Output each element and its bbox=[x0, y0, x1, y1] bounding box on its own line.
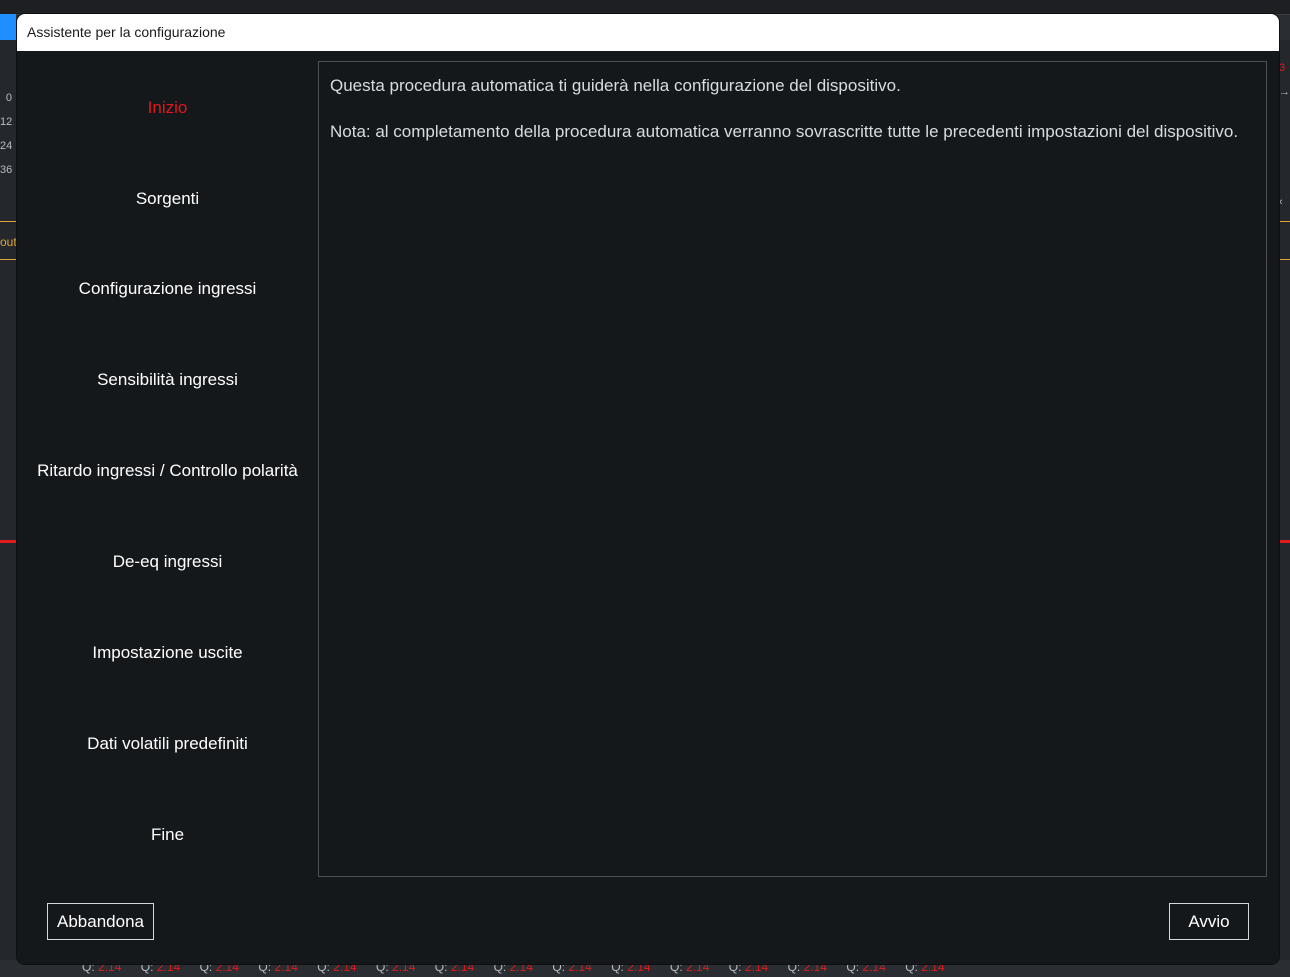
background-top-bar bbox=[0, 0, 1290, 15]
start-button[interactable]: Avvio bbox=[1169, 903, 1249, 940]
scale-label: 36 bbox=[0, 164, 13, 176]
scale-label: 0 bbox=[5, 92, 12, 104]
scale-label: 24 bbox=[0, 140, 13, 152]
dialog-titlebar: Assistente per la configurazione bbox=[17, 14, 1279, 51]
step-fine[interactable]: Fine bbox=[17, 825, 318, 845]
wizard-content-panel: Questa procedura automatica ti guiderà n… bbox=[318, 61, 1267, 877]
step-ritardo-ingressi[interactable]: Ritardo ingressi / Controllo polarità bbox=[17, 461, 318, 481]
scale-label: 12 bbox=[0, 116, 13, 128]
chevron-left-icon: ‹ bbox=[1279, 196, 1283, 208]
background-out-label: out bbox=[0, 235, 17, 249]
note-text: Nota: al completamento della procedura a… bbox=[330, 122, 1239, 141]
step-sorgenti[interactable]: Sorgenti bbox=[17, 189, 318, 209]
background-divider bbox=[0, 221, 17, 222]
dialog-title: Assistente per la configurazione bbox=[27, 24, 226, 40]
step-sensibilita-ingressi[interactable]: Sensibilità ingressi bbox=[17, 370, 318, 390]
intro-text: Questa procedura automatica ti guiderà n… bbox=[330, 76, 901, 95]
step-inizio[interactable]: Inizio bbox=[17, 98, 318, 118]
step-configurazione-ingressi[interactable]: Configurazione ingressi bbox=[17, 279, 318, 299]
arrow-icon: → bbox=[1279, 86, 1290, 98]
background-divider bbox=[0, 259, 17, 260]
abort-button[interactable]: Abbandona bbox=[47, 903, 154, 940]
wizard-steps-sidebar: Inizio Sorgenti Configurazione ingressi … bbox=[17, 51, 318, 891]
step-impostazione-uscite[interactable]: Impostazione uscite bbox=[17, 643, 318, 663]
background-left-panel bbox=[0, 40, 17, 960]
background-red-marker bbox=[0, 540, 17, 543]
step-dati-volatili[interactable]: Dati volatili predefiniti bbox=[17, 734, 318, 754]
background-active-tab bbox=[0, 14, 16, 40]
background-divider bbox=[1279, 259, 1290, 260]
background-red-glyph: 3 bbox=[1279, 62, 1286, 74]
background-right-panel bbox=[1279, 40, 1290, 960]
background-red-marker bbox=[1279, 540, 1290, 543]
setup-wizard-dialog: Assistente per la configurazione Inizio … bbox=[17, 14, 1279, 964]
background-divider bbox=[1279, 221, 1290, 222]
step-de-eq-ingressi[interactable]: De-eq ingressi bbox=[17, 552, 318, 572]
